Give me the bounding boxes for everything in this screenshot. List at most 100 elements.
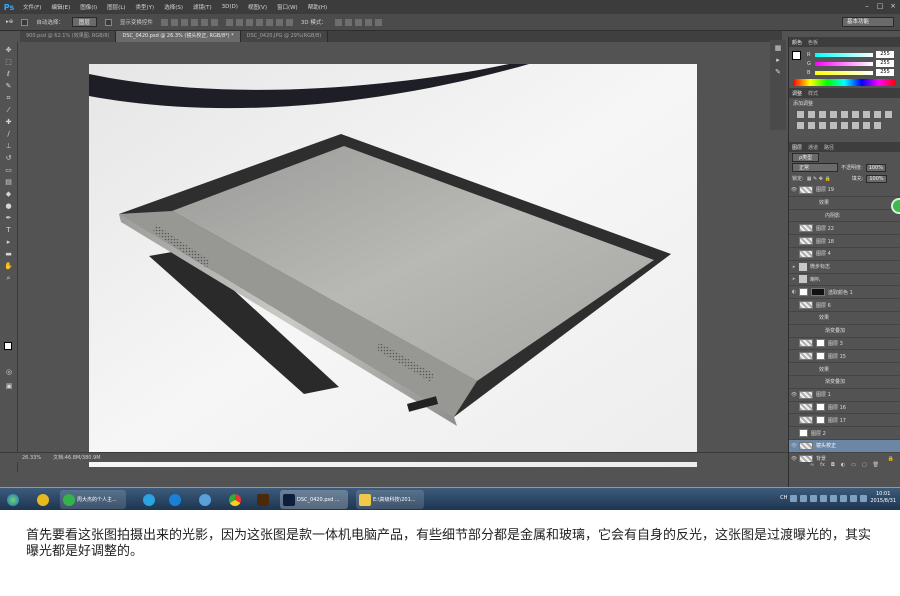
visibility-icon[interactable]: ▸: [789, 264, 799, 270]
taskbar-item-photoshop[interactable]: DSC_0420.psd ...: [280, 490, 348, 509]
layer-row[interactable]: 图层 18: [789, 235, 900, 248]
foreground-background-color[interactable]: [4, 342, 16, 354]
visibility-icon[interactable]: 👁: [789, 456, 799, 462]
clock[interactable]: 10:01 2015/8/31: [870, 491, 896, 505]
properties-panel-icon[interactable]: ▸: [773, 56, 783, 64]
menu-layer[interactable]: 图层(L): [102, 3, 130, 11]
layer-row[interactable]: 👁 背景 🔒: [789, 453, 900, 462]
tray-icon[interactable]: [830, 494, 838, 502]
blend-mode-dropdown[interactable]: 正常: [792, 163, 838, 172]
eyedropper-tool-icon[interactable]: ⁄: [4, 106, 14, 114]
blur-tool-icon[interactable]: ◆: [4, 190, 14, 198]
tab-adjustments[interactable]: 调整: [792, 90, 802, 97]
levels-icon[interactable]: [808, 111, 815, 118]
quick-select-tool-icon[interactable]: ✎: [4, 82, 14, 90]
tray-icon[interactable]: [810, 494, 818, 502]
layer-row[interactable]: 效果: [789, 312, 900, 325]
trash-icon[interactable]: 🗑: [873, 462, 879, 472]
layer-row[interactable]: 图层 15: [789, 350, 900, 364]
show-transform-checkbox[interactable]: [104, 18, 112, 26]
taskbar-app-k[interactable]: [166, 490, 184, 509]
taskbar-app-97[interactable]: [140, 490, 158, 509]
align-hcenter-icon[interactable]: [200, 18, 208, 26]
b-value[interactable]: 255: [876, 69, 894, 76]
group-icon[interactable]: ▭: [851, 462, 856, 472]
layer-row[interactable]: 图层 2: [789, 427, 900, 440]
r-value[interactable]: 255: [876, 51, 894, 58]
dodge-tool-icon[interactable]: ●: [4, 202, 14, 210]
g-slider[interactable]: [815, 61, 873, 66]
3d-rotate-icon[interactable]: [334, 18, 342, 26]
taskbar-item-browser[interactable]: 周大杰的个人主...: [60, 490, 126, 509]
taskbar-app-bird[interactable]: [196, 490, 214, 509]
adjustment-icon[interactable]: ◐: [841, 462, 845, 472]
menu-edit[interactable]: 编辑(E): [46, 3, 75, 11]
type-tool-icon[interactable]: T: [4, 226, 14, 234]
history-panel-icon[interactable]: ▦: [773, 44, 783, 52]
layer-row[interactable]: 图层 6: [789, 299, 900, 312]
layer-row[interactable]: ▸ 微步标志: [789, 261, 900, 274]
visibility-icon[interactable]: 👁: [789, 443, 799, 449]
layer-row[interactable]: 图层 4: [789, 248, 900, 261]
shape-tool-icon[interactable]: ▬: [4, 250, 14, 258]
align-vcenter-icon[interactable]: [170, 18, 178, 26]
menu-filter[interactable]: 滤镜(T): [188, 3, 217, 11]
visibility-icon[interactable]: 👁: [789, 392, 799, 398]
exposure-icon[interactable]: [830, 111, 837, 118]
minimize-icon[interactable]: –: [862, 2, 872, 11]
visibility-icon[interactable]: 👁: [789, 187, 799, 193]
move-tool-icon[interactable]: ▸⊕: [6, 19, 13, 25]
selective-color-icon[interactable]: [874, 122, 881, 129]
layer-row[interactable]: 图层 17: [789, 414, 900, 428]
layer-row[interactable]: 图层 16: [789, 402, 900, 415]
b-slider[interactable]: [815, 70, 873, 75]
crop-tool-icon[interactable]: ⌗: [4, 94, 14, 102]
gradient-tool-icon[interactable]: ▤: [4, 178, 14, 186]
fx-icon[interactable]: fx: [820, 462, 825, 472]
color-spectrum[interactable]: [793, 79, 896, 86]
g-value[interactable]: 255: [876, 60, 894, 67]
maximize-icon[interactable]: □: [875, 2, 885, 11]
marquee-tool-icon[interactable]: ⬚: [4, 58, 14, 66]
taskbar-illustrator[interactable]: [254, 490, 272, 509]
hand-tool-icon[interactable]: ✋: [4, 262, 14, 270]
tab-layers[interactable]: 图层: [792, 144, 802, 151]
align-right-icon[interactable]: [210, 18, 218, 26]
move-tool-icon[interactable]: ✥: [4, 46, 14, 54]
eraser-tool-icon[interactable]: ▭: [4, 166, 14, 174]
layer-row-selected[interactable]: 👁 镜头校正: [789, 439, 900, 453]
layer-row[interactable]: 渐变叠加: [789, 376, 900, 389]
tray-icon[interactable]: [840, 494, 848, 502]
auto-select-checkbox[interactable]: [21, 18, 29, 26]
channel-mixer-icon[interactable]: [808, 122, 815, 129]
tab-channels[interactable]: 通道: [808, 144, 818, 151]
pen-tool-icon[interactable]: ✒: [4, 214, 14, 222]
menu-select[interactable]: 选择(S): [159, 3, 188, 11]
mask-icon[interactable]: ◘: [831, 462, 835, 472]
new-layer-icon[interactable]: ▢: [862, 462, 867, 472]
curves-icon[interactable]: [819, 111, 826, 118]
visibility-icon[interactable]: ▸: [789, 276, 799, 282]
distribute-top-icon[interactable]: [225, 18, 233, 26]
tray-icon[interactable]: [790, 494, 798, 502]
posterize-icon[interactable]: [841, 122, 848, 129]
menu-view[interactable]: 视图(V): [243, 3, 272, 11]
tab-swatches[interactable]: 色板: [808, 39, 818, 46]
distribute-right-icon[interactable]: [275, 18, 283, 26]
history-brush-icon[interactable]: ↺: [4, 154, 14, 162]
menu-type[interactable]: 类型(Y): [131, 3, 160, 11]
start-button[interactable]: [4, 490, 22, 509]
healing-tool-icon[interactable]: ✚: [4, 118, 14, 126]
menu-help[interactable]: 帮助(H): [303, 3, 332, 11]
align-top-icon[interactable]: [160, 18, 168, 26]
brush-tool-icon[interactable]: ∕: [4, 130, 14, 138]
triangle-icon[interactable]: [852, 111, 859, 118]
color-fg-swatch[interactable]: [792, 51, 801, 60]
visibility-icon[interactable]: ◐: [789, 289, 799, 295]
lasso-tool-icon[interactable]: ℓ: [4, 70, 14, 78]
layer-filter-dropdown[interactable]: ρ类型: [792, 152, 820, 162]
layer-row[interactable]: 内阴影: [789, 210, 900, 223]
menu-image[interactable]: 图像(I): [75, 3, 102, 11]
auto-select-dropdown[interactable]: 图层: [71, 17, 97, 27]
ie-button[interactable]: [34, 490, 52, 509]
